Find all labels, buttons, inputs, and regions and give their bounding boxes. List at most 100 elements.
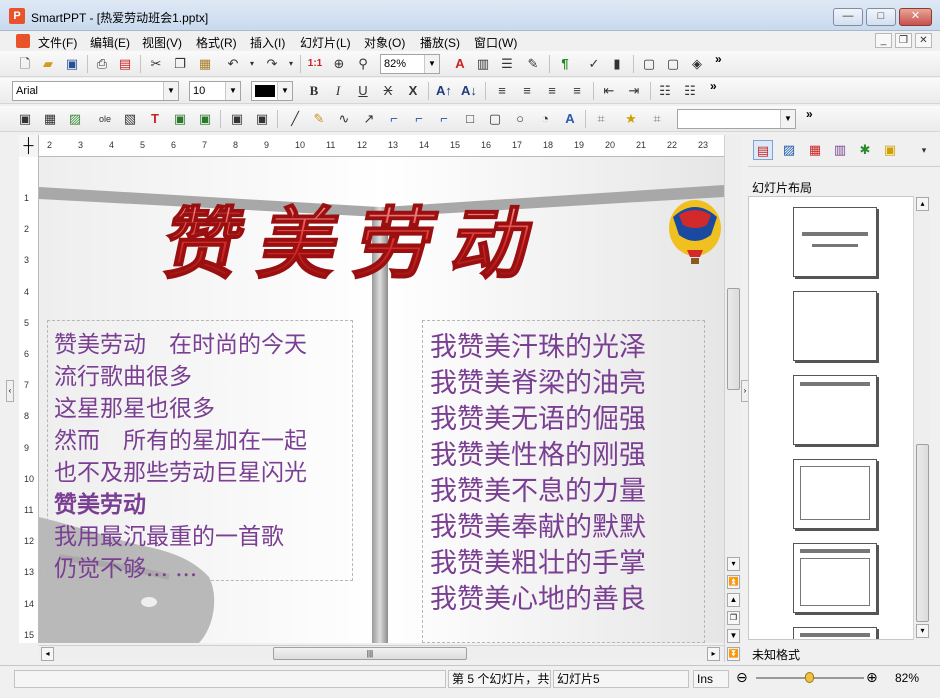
menu-play[interactable]: 播放(S) [418, 33, 462, 52]
open-folder-icon[interactable]: ▰ [38, 54, 58, 74]
transition-tab-icon[interactable]: ✱ [855, 140, 875, 160]
ungroup-icon[interactable]: ▣ [252, 109, 272, 129]
frame-icon[interactable]: ▣ [170, 109, 190, 129]
toolbar-overflow-icon[interactable]: » [715, 52, 722, 66]
slide-canvas[interactable]: 赞美劳动 赞美劳动 在时尚的今天 流行歌曲很多 这星那星也很多 然而 所有的星加… [39, 157, 724, 643]
font-color-a-icon[interactable]: A [450, 54, 470, 74]
paragraph-mark-icon[interactable]: ¶ [555, 54, 575, 74]
chevron-down-icon[interactable]: ▼ [163, 82, 178, 100]
redo-dropdown-icon[interactable]: ▾ [281, 54, 301, 74]
layout-title-only[interactable] [793, 375, 877, 445]
undo-dropdown-icon[interactable]: ▾ [242, 54, 262, 74]
toolbar-overflow-icon[interactable]: » [806, 107, 813, 121]
chevron-down-icon[interactable]: ▼ [424, 55, 439, 73]
scroll-right-arrow-icon[interactable]: ▸ [707, 647, 720, 661]
vertical-scrollbar[interactable]: ▾ ⏫ ▲ ❐ ▼ ⏬ [724, 135, 741, 662]
arrow-line-icon[interactable]: ↗ [359, 109, 379, 129]
chart-icon[interactable]: ▮ [607, 54, 627, 74]
layout-two-content[interactable] [793, 627, 877, 639]
align-center-icon[interactable]: ≡ [517, 81, 537, 101]
previous-slide-icon[interactable]: ▲ [727, 593, 740, 607]
word-art-icon[interactable]: A [560, 109, 580, 129]
zoom-slider-knob[interactable] [805, 672, 814, 683]
style-select[interactable]: ▼ [677, 109, 796, 129]
font-size-select[interactable]: 10 ▼ [189, 81, 241, 101]
title-word-art[interactable]: 赞美劳动 [49, 187, 649, 297]
numbered-list-icon[interactable]: ☷ [680, 81, 700, 101]
spell-check-icon[interactable]: ✓ [584, 54, 604, 74]
chevron-down-icon[interactable]: ▼ [225, 82, 240, 100]
brush-icon[interactable]: ✎ [523, 54, 543, 74]
slide-layout-tab-icon[interactable]: ▤ [753, 140, 773, 160]
custom-tab-icon[interactable]: ▣ [880, 140, 900, 160]
clear-format-icon[interactable]: X [403, 81, 423, 101]
pdf-export-icon[interactable]: ▤ [115, 54, 135, 74]
last-slide-icon[interactable]: ⏬ [727, 647, 740, 661]
copy-icon[interactable]: ❐ [170, 54, 190, 74]
layout-title-slide[interactable] [793, 207, 877, 277]
rounded-rectangle-icon[interactable]: ▢ [485, 109, 505, 129]
shrink-font-icon[interactable]: A↓ [459, 81, 479, 101]
menu-window[interactable]: 窗口(W) [472, 33, 519, 52]
align-justify-icon[interactable]: ≡ [567, 81, 587, 101]
menu-view[interactable]: 视图(V) [140, 33, 184, 52]
slide-editor[interactable]: 赞美劳动 赞美劳动 在时尚的今天 流行歌曲很多 这星那星也很多 然而 所有的星加… [39, 157, 724, 643]
color-scheme-tab-icon[interactable]: ▦ [805, 140, 825, 160]
right-poem-box[interactable]: 我赞美汗珠的光泽 我赞美脊梁的油亮 我赞美无语的倔强 我赞美性格的刚强 我赞美不… [422, 320, 705, 643]
search-icon[interactable]: ⚲ [353, 54, 373, 74]
left-poem-box[interactable]: 赞美劳动 在时尚的今天 流行歌曲很多 这星那星也很多 然而 所有的星加在一起 也… [47, 320, 353, 582]
menu-object[interactable]: 对象(O) [362, 33, 407, 52]
layout-blank[interactable] [793, 291, 877, 361]
layers-icon[interactable]: ◈ [687, 54, 707, 74]
paste-icon[interactable]: ▦ [195, 54, 215, 74]
connector-icon[interactable]: ⌐ [384, 109, 404, 129]
first-slide-icon[interactable]: ⏫ [727, 575, 740, 589]
chart-object-icon[interactable]: ▧ [120, 109, 140, 129]
zoom-icon[interactable]: ⊕ [329, 54, 349, 74]
slide-design-tab-icon[interactable]: ▨ [779, 140, 799, 160]
zoom-in-icon[interactable]: ⊕ [866, 669, 878, 686]
toolbar-overflow-icon[interactable]: » [710, 79, 717, 93]
curved-connector-icon[interactable]: ⌐ [434, 109, 454, 129]
elbow-connector-icon[interactable]: ⌐ [409, 109, 429, 129]
cut-icon[interactable]: ✂ [146, 54, 166, 74]
table-icon[interactable]: ▦ [40, 109, 60, 129]
next-slide-icon[interactable]: ▼ [727, 629, 740, 643]
maximize-button[interactable]: □ [866, 8, 896, 26]
menu-insert[interactable]: 插入(I) [248, 33, 287, 52]
zoom-select[interactable]: 82% ▼ [380, 54, 440, 74]
list-icon[interactable]: ☰ [497, 54, 517, 74]
scroll-down-arrow-icon[interactable]: ▾ [727, 557, 740, 571]
layout-list-scrollbar[interactable]: ▴ ▾ [913, 196, 930, 640]
pencil-icon[interactable]: ✎ [309, 109, 329, 129]
doc-minimize-button[interactable]: _ [875, 33, 892, 48]
bold-icon[interactable]: B [304, 81, 324, 101]
left-pane-toggle[interactable]: ‹ [6, 380, 14, 402]
menu-edit[interactable]: 编辑(E) [88, 33, 132, 52]
image-icon[interactable]: ▨ [65, 109, 85, 129]
layout-scroll-thumb[interactable] [916, 444, 929, 622]
doc-close-button[interactable]: ✕ [915, 33, 932, 48]
close-button[interactable]: ✕ [899, 8, 932, 26]
increase-indent-icon[interactable]: ⇥ [624, 81, 644, 101]
pane-menu-chevron-icon[interactable]: ▾ [914, 140, 934, 160]
undo-icon[interactable]: ↶ [223, 54, 243, 74]
format-paint-icon[interactable]: ▥ [473, 54, 493, 74]
rectangle-icon[interactable]: □ [460, 109, 480, 129]
chevron-down-icon[interactable]: ▼ [277, 82, 292, 100]
text-art-icon[interactable]: T [145, 109, 165, 129]
insert-mode-indicator[interactable]: Ins [693, 670, 729, 688]
curve-icon[interactable]: ∿ [334, 109, 354, 129]
star-effect-icon[interactable]: ★ [621, 109, 641, 129]
ruler-corner-icon[interactable]: ┼ [19, 135, 39, 157]
save-icon[interactable]: ▣ [62, 54, 82, 74]
italic-icon[interactable]: I [328, 81, 348, 101]
bullet-list-icon[interactable]: ☷ [655, 81, 675, 101]
strikethrough-icon[interactable]: X [378, 81, 398, 101]
horizontal-scroll-thumb[interactable]: ||| [273, 647, 467, 660]
chevron-down-icon[interactable]: ▼ [780, 110, 795, 128]
picture-frame-icon[interactable]: ▣ [195, 109, 215, 129]
zoom-out-icon[interactable]: ⊖ [736, 669, 748, 686]
layout-list[interactable] [748, 196, 930, 640]
crop-icon[interactable]: ⌗ [591, 109, 611, 129]
